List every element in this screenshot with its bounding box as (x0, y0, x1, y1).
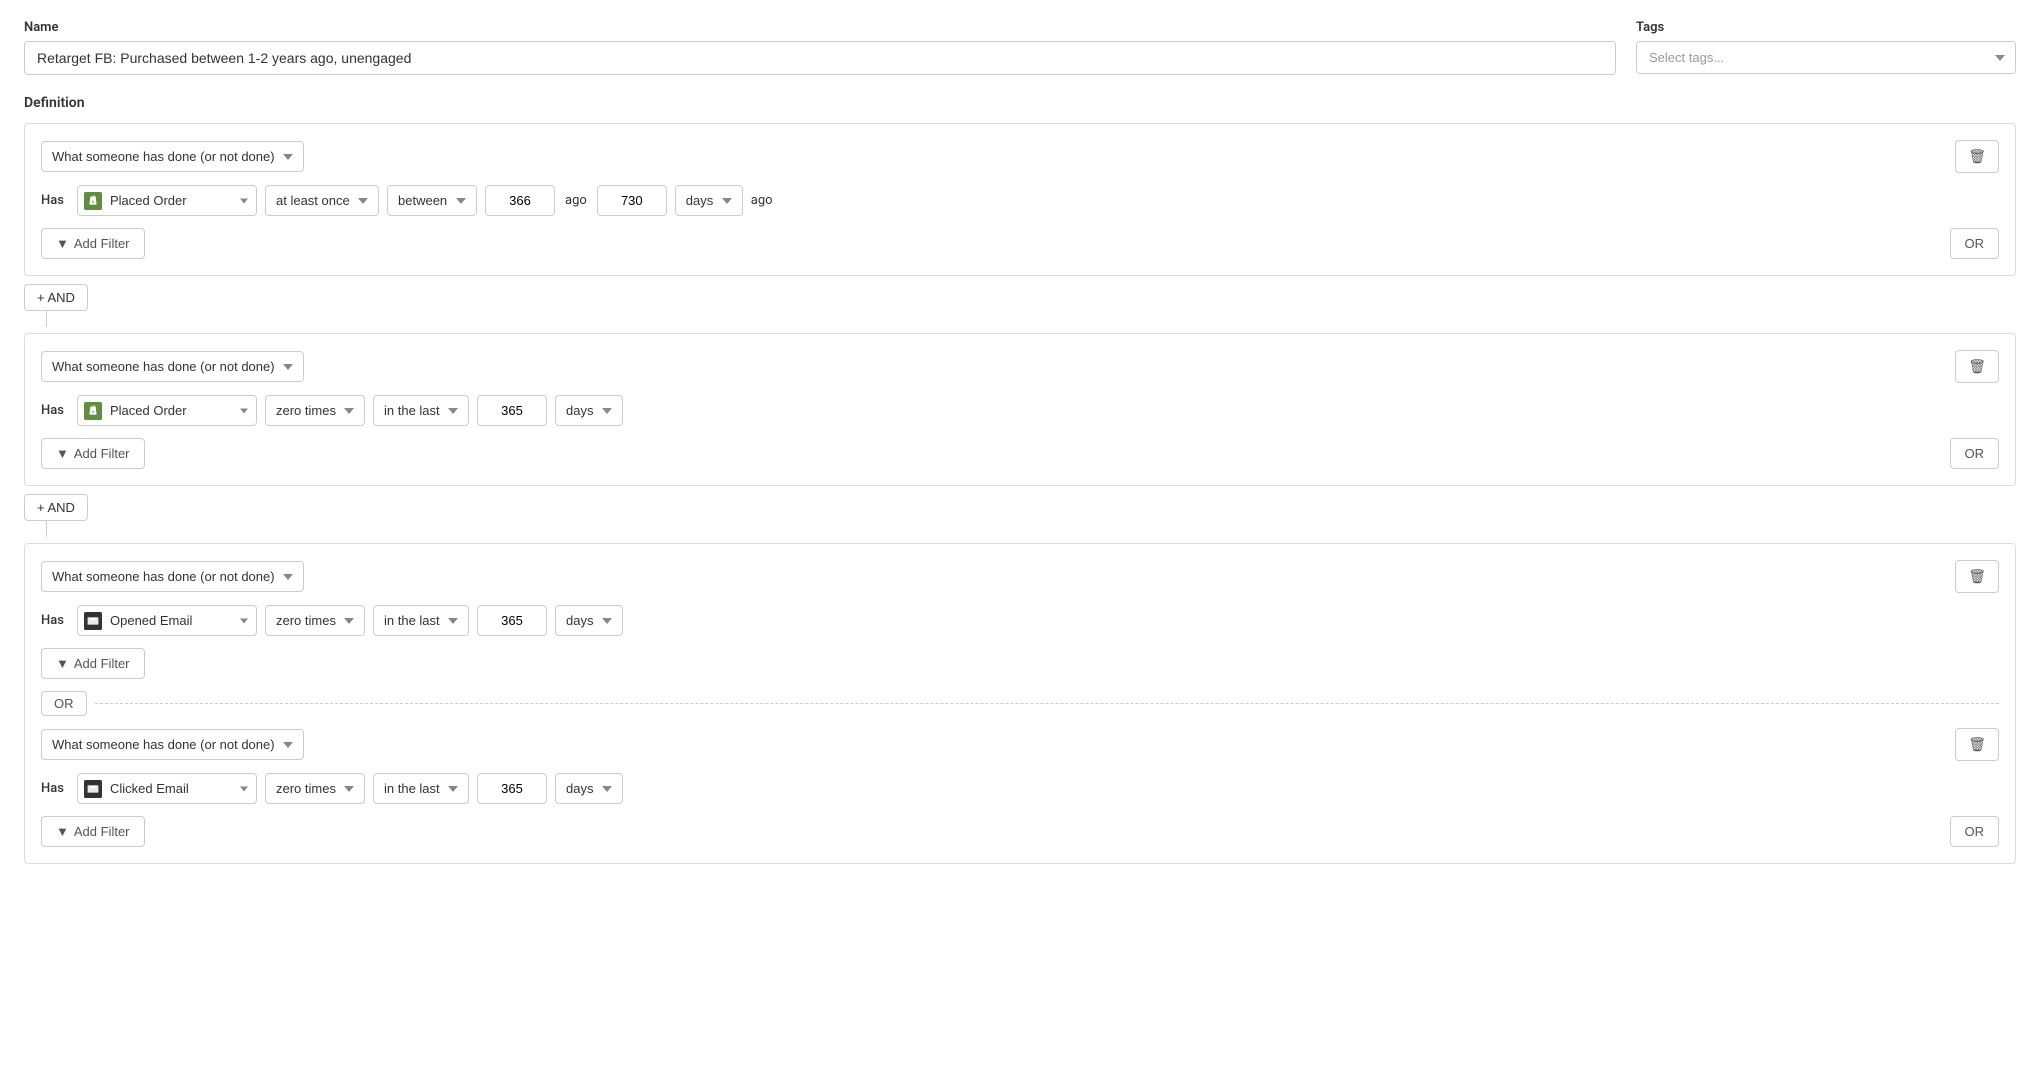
add-filter-row-3a: ▼ Add Filter (41, 648, 1999, 679)
add-filter-label-2: Add Filter (74, 446, 130, 461)
email-icon-click (84, 780, 102, 798)
clicked-email-block: What someone has done (or not done) 🗑 Ha… (41, 728, 1999, 847)
event-select-3a[interactable]: Opened Email (77, 605, 257, 636)
email-icon-open (84, 612, 102, 630)
tags-label: Tags (1636, 20, 2016, 35)
time-filter-select-3b[interactable]: in the last (373, 773, 469, 804)
value1-input-3a[interactable] (477, 605, 547, 636)
condition-type-row-3a: What someone has done (or not done) 🗑 (41, 560, 1999, 593)
condition-footer-2: ▼ Add Filter OR (41, 438, 1999, 469)
connector-line-1 (46, 311, 47, 327)
condition-type-row-1: What someone has done (or not done) 🗑 (41, 140, 1999, 173)
add-filter-button-2[interactable]: ▼ Add Filter (41, 438, 145, 469)
or-separator-button[interactable]: OR (41, 691, 87, 716)
has-row-3a: Has Opened Email zero times in the last … (41, 605, 1999, 636)
or-button-3b[interactable]: OR (1950, 816, 2000, 847)
trash-icon-3a: 🗑 (1968, 568, 1986, 584)
time-filter-select-2[interactable]: in the last (373, 395, 469, 426)
and-button-2[interactable]: + AND (24, 494, 88, 521)
value2-input-1[interactable] (597, 185, 667, 216)
event-name-select-3a[interactable]: Opened Email (108, 606, 228, 635)
trash-icon-1: 🗑 (1968, 148, 1986, 164)
event-select-3b[interactable]: Clicked Email (77, 773, 257, 804)
ago-text-1: ago (751, 193, 773, 208)
time-filter-select-3a[interactable]: in the last (373, 605, 469, 636)
condition-type-select-2[interactable]: What someone has done (or not done) (41, 351, 304, 382)
name-label: Name (24, 20, 1616, 35)
and-button-1[interactable]: + AND (24, 284, 88, 311)
has-label-1: Has (41, 193, 69, 208)
condition-type-select-3a[interactable]: What someone has done (or not done) (41, 561, 304, 592)
filter-icon-2: ▼ (56, 446, 69, 461)
and-connector-1: + AND (24, 284, 2016, 327)
connector-line-2 (46, 521, 47, 537)
event-name-select-3b[interactable]: Clicked Email (108, 774, 228, 803)
time-filter-select-1[interactable]: between (387, 185, 477, 216)
condition-group-3: What someone has done (or not done) 🗑 Ha… (24, 543, 2016, 864)
shopify-icon-1 (84, 192, 102, 210)
unit-select-2[interactable]: days (555, 395, 623, 426)
opened-email-block: What someone has done (or not done) 🗑 Ha… (41, 560, 1999, 679)
and-text-1: ago (563, 193, 589, 208)
add-filter-label-3a: Add Filter (74, 656, 130, 671)
definition-label: Definition (24, 95, 2016, 111)
add-filter-button-1[interactable]: ▼ Add Filter (41, 228, 145, 259)
condition-footer-1: ▼ Add Filter OR (41, 228, 1999, 259)
delete-button-3b[interactable]: 🗑 (1955, 728, 1999, 761)
value1-input-2[interactable] (477, 395, 547, 426)
delete-button-3a[interactable]: 🗑 (1955, 560, 1999, 593)
frequency-select-3a[interactable]: zero times (265, 605, 365, 636)
unit-select-3b[interactable]: days (555, 773, 623, 804)
filter-icon-3a: ▼ (56, 656, 69, 671)
has-label-3a: Has (41, 613, 69, 628)
or-button-2[interactable]: OR (1950, 438, 2000, 469)
condition-footer-3b: ▼ Add Filter OR (41, 816, 1999, 847)
top-row: Name Tags Select tags... (24, 20, 2016, 75)
unit-select-3a[interactable]: days (555, 605, 623, 636)
has-label-2: Has (41, 403, 69, 418)
has-row-1: Has Placed Order at least once between a… (41, 185, 1999, 216)
add-filter-label-1: Add Filter (74, 236, 130, 251)
trash-icon-3b: 🗑 (1968, 736, 1986, 752)
tags-section: Tags Select tags... (1636, 20, 2016, 75)
add-filter-button-3b[interactable]: ▼ Add Filter (41, 816, 145, 847)
delete-button-1[interactable]: 🗑 (1955, 140, 1999, 173)
trash-icon-2: 🗑 (1968, 358, 1986, 374)
tags-select[interactable]: Select tags... (1636, 41, 2016, 74)
frequency-select-3b[interactable]: zero times (265, 773, 365, 804)
value1-input-3b[interactable] (477, 773, 547, 804)
name-section: Name (24, 20, 1616, 75)
condition-block-2: What someone has done (or not done) 🗑 Ha… (24, 333, 2016, 486)
condition-type-select-1[interactable]: What someone has done (or not done) (41, 141, 304, 172)
filter-icon-1: ▼ (56, 236, 69, 251)
has-label-3b: Has (41, 781, 69, 796)
frequency-select-2[interactable]: zero times (265, 395, 365, 426)
condition-type-select-3b[interactable]: What someone has done (or not done) (41, 729, 304, 760)
condition-type-row-3b: What someone has done (or not done) 🗑 (41, 728, 1999, 761)
unit-select-1[interactable]: days (675, 185, 743, 216)
add-filter-label-3b: Add Filter (74, 824, 130, 839)
filter-icon-3b: ▼ (56, 824, 69, 839)
or-separator: OR (41, 691, 1999, 716)
event-select-2[interactable]: Placed Order (77, 395, 257, 426)
shopify-icon-2 (84, 402, 102, 420)
value1-input-1[interactable] (485, 185, 555, 216)
name-input[interactable] (24, 41, 1616, 75)
condition-type-row-2: What someone has done (or not done) 🗑 (41, 350, 1999, 383)
frequency-select-1[interactable]: at least once (265, 185, 379, 216)
or-button-1[interactable]: OR (1950, 228, 2000, 259)
event-name-select-1[interactable]: Placed Order (108, 186, 228, 215)
delete-button-2[interactable]: 🗑 (1955, 350, 1999, 383)
has-row-3b: Has Clicked Email zero times in the last (41, 773, 1999, 804)
has-row-2: Has Placed Order zero times in the last … (41, 395, 1999, 426)
or-separator-line (95, 703, 2000, 704)
condition-block-1: What someone has done (or not done) 🗑 Ha… (24, 123, 2016, 276)
event-select-1[interactable]: Placed Order (77, 185, 257, 216)
add-filter-button-3a[interactable]: ▼ Add Filter (41, 648, 145, 679)
and-connector-2: + AND (24, 494, 2016, 537)
event-name-select-2[interactable]: Placed Order (108, 396, 228, 425)
